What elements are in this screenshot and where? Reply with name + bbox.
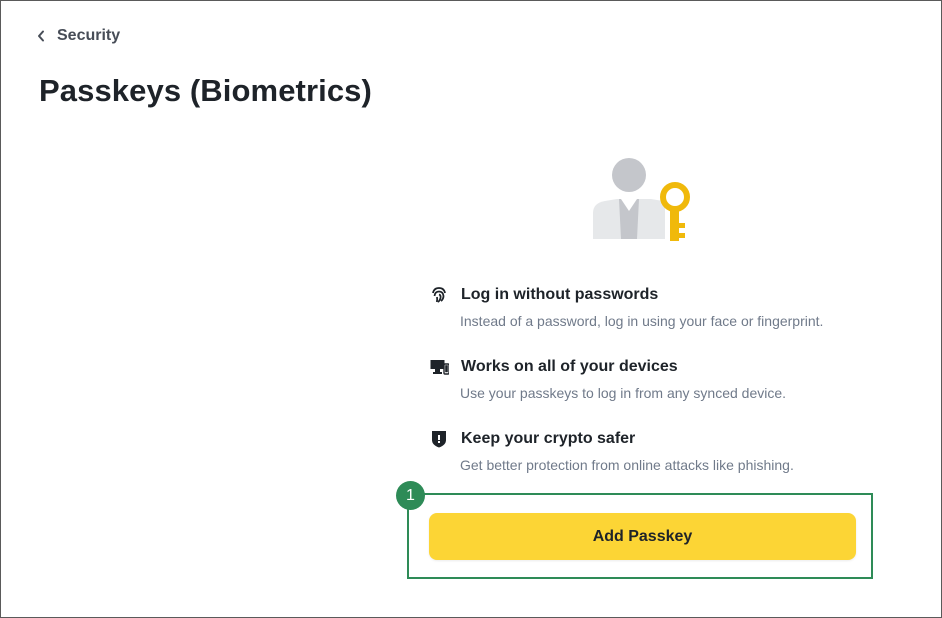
feature-title: Keep your crypto safer: [461, 430, 636, 447]
feature-keep-crypto-safer: Keep your crypto safer Get better protec…: [429, 429, 869, 473]
step-number-badge: 1: [396, 481, 425, 510]
fingerprint-icon: [429, 285, 449, 305]
shield-icon: [429, 429, 449, 449]
feature-login-without-passwords: Log in without passwords Instead of a pa…: [429, 285, 869, 329]
chevron-left-icon: [35, 27, 47, 45]
user-key-illustration: [591, 153, 695, 243]
feature-description: Instead of a password, log in using your…: [460, 313, 824, 329]
devices-icon: [429, 357, 449, 377]
breadcrumb-label: Security: [57, 27, 121, 44]
feature-description: Get better protection from online attack…: [460, 457, 794, 473]
page-title: Passkeys (Biometrics): [39, 73, 372, 108]
add-passkey-button[interactable]: Add Passkey: [429, 513, 856, 560]
page-frame: Security Passkeys (Biometrics) Log in wi…: [0, 0, 942, 618]
feature-title: Log in without passwords: [461, 286, 659, 303]
feature-title: Works on all of your devices: [461, 358, 678, 375]
feature-works-on-all-devices: Works on all of your devices Use your pa…: [429, 357, 869, 401]
feature-description: Use your passkeys to log in from any syn…: [460, 385, 787, 401]
breadcrumb-back-security[interactable]: Security: [35, 27, 120, 45]
